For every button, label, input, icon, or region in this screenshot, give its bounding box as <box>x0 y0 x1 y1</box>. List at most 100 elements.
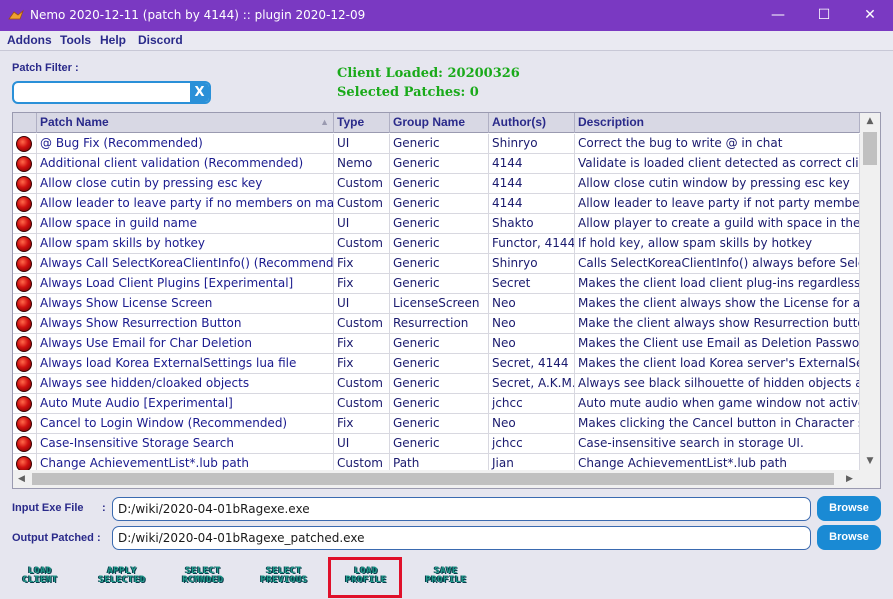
header-icon-column <box>13 113 37 133</box>
red-circle-icon <box>16 356 32 372</box>
minimize-button[interactable]: — <box>755 0 801 31</box>
browse-output-button[interactable]: Browse <box>817 525 881 550</box>
input-exe-label-text: Input Exe File <box>12 502 84 514</box>
cell-status[interactable] <box>13 334 37 354</box>
cell-status[interactable] <box>13 414 37 434</box>
table-row[interactable]: Case-Insensitive Storage Search UI Generic… <box>13 434 860 454</box>
output-patched-label: Output Patched : <box>12 532 101 544</box>
cell-status[interactable] <box>13 254 37 274</box>
selected-patches-status: Selected Patches: 0 <box>337 85 479 100</box>
cell-status[interactable] <box>13 294 37 314</box>
cell-group-name: Generic <box>390 154 489 174</box>
cell-patch-name: Always Show License Screen <box>37 294 334 314</box>
cell-status[interactable] <box>13 154 37 174</box>
table-row[interactable]: Allow spam skills by hotkey Custom Generic… <box>13 234 860 254</box>
horizontal-scrollbar[interactable]: ◀ ▶ <box>13 470 860 488</box>
red-circle-icon <box>16 216 32 232</box>
cell-description: Makes the client always show the License… <box>575 294 860 314</box>
cell-type: Custom <box>334 234 390 254</box>
table-row[interactable]: Always see hidden/cloaked objects Custom G… <box>13 374 860 394</box>
cell-authors: jchcc <box>489 434 575 454</box>
table-row[interactable]: Auto Mute Audio [Experimental] Custom Gene… <box>13 394 860 414</box>
scroll-right-icon[interactable]: ▶ <box>841 470 858 488</box>
menu-tools[interactable]: Tools <box>60 33 91 47</box>
vertical-scrollbar[interactable]: ▲ ▼ <box>860 113 880 470</box>
cell-description: Validate is loaded client detected as co… <box>575 154 860 174</box>
cell-status[interactable] <box>13 394 37 414</box>
title-bar: Nemo 2020-12-11 (patch by 4144) :: plugi… <box>0 0 893 31</box>
cell-group-name: Generic <box>390 394 489 414</box>
cell-description: Always see black silhouette of hidden ob… <box>575 374 860 394</box>
cell-status[interactable] <box>13 354 37 374</box>
red-circle-icon <box>16 436 32 452</box>
menu-help[interactable]: Help <box>100 33 126 47</box>
cell-authors: Shinryo <box>489 134 575 154</box>
header-group-name[interactable]: Group Name <box>390 113 489 133</box>
cell-authors: Neo <box>489 414 575 434</box>
table-row[interactable]: Additional client validation (Recommende… <box>13 154 860 174</box>
select-recommended-line2: RCMNDED <box>182 575 224 585</box>
scroll-up-icon[interactable]: ▲ <box>860 113 880 130</box>
table-row[interactable]: Allow close cutin by pressing esc key Cus… <box>13 174 860 194</box>
cell-authors: Secret, 4144 <box>489 354 575 374</box>
horizontal-scroll-thumb[interactable] <box>32 473 834 485</box>
cell-group-name: Generic <box>390 254 489 274</box>
load-profile-highlight <box>328 557 402 598</box>
cell-status[interactable] <box>13 314 37 334</box>
select-previous-button[interactable]: SELECT PREVIOUS <box>248 567 320 589</box>
table-row[interactable]: Always Use Email for Char Deletion Fix Gen… <box>13 334 860 354</box>
cell-group-name: Generic <box>390 354 489 374</box>
table-row[interactable]: Always Load Client Plugins [Experimental… <box>13 274 860 294</box>
header-type[interactable]: Type <box>334 113 390 133</box>
cell-status[interactable] <box>13 234 37 254</box>
cell-description: Makes clicking the Cancel button in Char… <box>575 414 860 434</box>
red-circle-icon <box>16 136 32 152</box>
output-patched-field[interactable]: D:/wiki/2020-04-01bRagexe_patched.exe <box>112 526 811 550</box>
maximize-button[interactable]: ☐ <box>801 0 847 31</box>
menu-addons[interactable]: Addons <box>7 33 52 47</box>
vertical-scroll-thumb[interactable] <box>863 132 877 165</box>
cell-group-name: Generic <box>390 214 489 234</box>
table-row[interactable]: Always Call SelectKoreaClientInfo() (Rec… <box>13 254 860 274</box>
cell-status[interactable] <box>13 434 37 454</box>
table-row[interactable]: Cancel to Login Window (Recommended) Fix G… <box>13 414 860 434</box>
red-circle-icon <box>16 296 32 312</box>
cell-status[interactable] <box>13 274 37 294</box>
cell-patch-name: Always see hidden/cloaked objects <box>37 374 334 394</box>
clear-filter-icon[interactable]: X <box>190 83 209 102</box>
select-recommended-button[interactable]: SELECT RCMNDED <box>167 567 239 589</box>
apply-selected-button[interactable]: APPLY SELECTED <box>86 567 158 589</box>
table-row[interactable]: Always Show License Screen UI LicenseScree… <box>13 294 860 314</box>
scroll-left-icon[interactable]: ◀ <box>13 470 30 488</box>
table-row[interactable]: Always load Korea ExternalSettings lua f… <box>13 354 860 374</box>
cell-status[interactable] <box>13 174 37 194</box>
scroll-down-icon[interactable]: ▼ <box>860 453 880 470</box>
cell-status[interactable] <box>13 374 37 394</box>
load-client-button[interactable]: LOAD CLIENT <box>4 567 76 589</box>
save-profile-button[interactable]: SAVE PROFILE <box>410 567 482 589</box>
table-row[interactable]: Always Show Resurrection Button Custom Res… <box>13 314 860 334</box>
header-patch-name[interactable]: Patch Name ▲ <box>37 113 334 133</box>
header-description[interactable]: Description <box>575 113 860 133</box>
header-authors[interactable]: Author(s) <box>489 113 575 133</box>
menu-discord[interactable]: Discord <box>138 33 183 47</box>
table-row[interactable]: @ Bug Fix (Recommended) UI Generic Shinryo C… <box>13 134 860 154</box>
browse-input-button[interactable]: Browse <box>817 496 881 521</box>
red-circle-icon <box>16 416 32 432</box>
close-button[interactable]: ✕ <box>847 0 893 31</box>
cell-group-name: LicenseScreen <box>390 294 489 314</box>
cell-description: Make the client always show Resurrection… <box>575 314 860 334</box>
patch-filter-input[interactable] <box>18 85 188 101</box>
load-client-line2: CLIENT <box>22 575 58 585</box>
cell-group-name: Resurrection <box>390 314 489 334</box>
red-circle-icon <box>16 396 32 412</box>
table-row[interactable]: Allow space in guild name UI Generic Shakto… <box>13 214 860 234</box>
table-row[interactable]: Allow leader to leave party if no member… <box>13 194 860 214</box>
cell-description: Makes the client load client plug-ins re… <box>575 274 860 294</box>
cell-status[interactable] <box>13 194 37 214</box>
cell-description: Case-insensitive search in storage UI. <box>575 434 860 454</box>
cell-status[interactable] <box>13 214 37 234</box>
input-exe-field[interactable]: D:/wiki/2020-04-01bRagexe.exe <box>112 497 811 521</box>
cell-status[interactable] <box>13 134 37 154</box>
cell-patch-name: Always Load Client Plugins [Experimental… <box>37 274 334 294</box>
